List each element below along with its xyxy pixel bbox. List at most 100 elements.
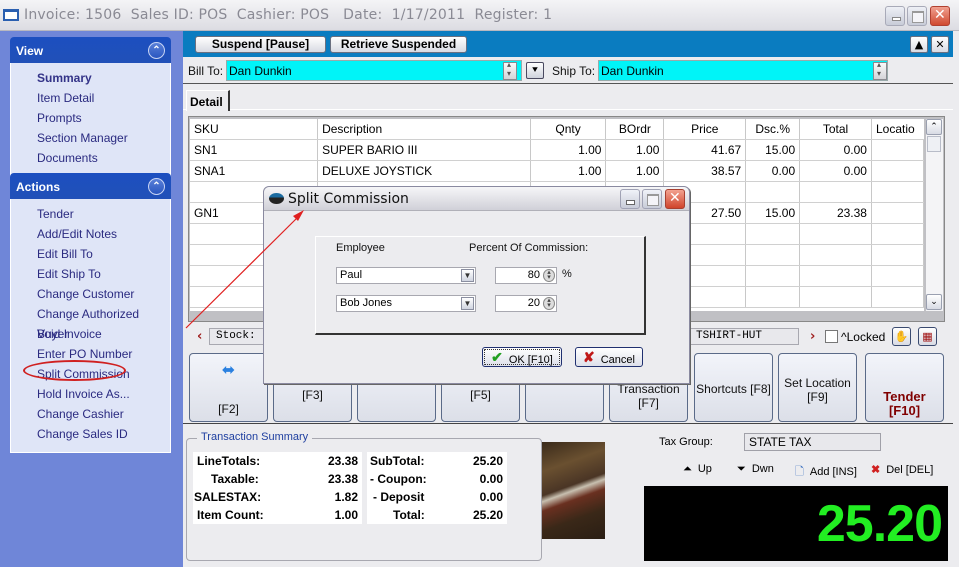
hand-icon[interactable]: ✋ [892, 327, 911, 346]
column-price[interactable]: Price [663, 119, 747, 140]
previous-arrow-icon[interactable]: ‹ [197, 329, 202, 344]
summary-value: 1.00 [334, 508, 358, 522]
dialog-close-button[interactable] [665, 189, 685, 209]
cell-location [871, 202, 925, 224]
tab-detail[interactable]: Detail [186, 90, 230, 111]
sidebar-item-change-authorized-buyer[interactable]: Change Authorized Buyer [37, 304, 170, 341]
sidebar-item-add-edit-notes[interactable]: Add/Edit Notes [37, 224, 170, 244]
delete-item-button[interactable]: ✖ Del [DEL] [871, 463, 933, 476]
sidebar-item-change-sales-id[interactable]: Change Sales ID [37, 424, 170, 444]
sidebar-item-change-cashier[interactable]: Change Cashier [37, 404, 170, 424]
sidebar-item-edit-ship-to[interactable]: Edit Ship To [37, 264, 170, 284]
employee-select-1[interactable]: Paul ▼ [336, 267, 476, 284]
column-description[interactable]: Description [317, 119, 531, 140]
chevron-down-icon[interactable]: ▼ [461, 297, 474, 310]
cancel-button[interactable]: ✘ Cancel [575, 347, 643, 367]
sidebar-item-void-invoice[interactable]: Void Invoice [37, 324, 170, 344]
dialog-maximize-button[interactable] [642, 189, 662, 209]
summary-label: LineTotals: [197, 454, 261, 468]
calendar-grid-icon[interactable]: ▦ [918, 327, 937, 346]
f7-label: Transaction [F7] [617, 382, 680, 410]
sidebar: View ⌃ Summary Item Detail Prompts Secti… [0, 31, 183, 567]
summary-row: - Coupon: 0.00 [367, 472, 507, 490]
bill-to-field[interactable]: Dan Dunkin [226, 60, 522, 81]
spinner-icon[interactable]: ▴ ▾ [543, 269, 555, 282]
close-icon[interactable]: ✕ [931, 36, 949, 53]
retrieve-suspended-button[interactable]: Retrieve Suspended [330, 36, 467, 53]
cell-price: 38.57 [663, 160, 747, 182]
table-row[interactable]: SNA1 DELUXE JOYSTICK 1.00 1.00 38.57 0.0… [190, 160, 925, 182]
f10-tender-button[interactable]: Tender [F10] [865, 353, 944, 422]
summary-row: Total: 25.20 [367, 508, 507, 526]
view-panel-title: View [16, 44, 44, 58]
sidebar-item-section-manager[interactable]: Section Manager [37, 128, 170, 148]
percent-input-1[interactable]: 80 ▴ ▾ [495, 267, 557, 284]
sidebar-item-tender[interactable]: Tender [37, 204, 170, 224]
view-panel-header[interactable]: View ⌃ [10, 37, 171, 63]
f9-set-location-button[interactable]: Set Location [F9] [778, 353, 857, 422]
cell-sku: SNA1 [190, 160, 319, 182]
scroll-thumb[interactable] [927, 136, 941, 152]
window-titlebar: Invoice: 1506 Sales ID: POS Cashier: POS… [0, 0, 959, 31]
maximize-button[interactable] [907, 6, 927, 26]
sidebar-item-change-customer[interactable]: Change Customer [37, 284, 170, 304]
sidebar-item-documents[interactable]: Documents [37, 148, 170, 168]
copy-down-icon[interactable]: ⯆ [526, 62, 544, 79]
collapse-up-icon[interactable]: ▲ [910, 36, 928, 53]
ok-label: OK [F10] [508, 354, 553, 366]
collapse-chevron-icon[interactable]: ⌃ [148, 178, 165, 195]
dialog-minimize-button[interactable] [620, 189, 640, 209]
tax-group-field[interactable]: STATE TAX [744, 433, 881, 451]
percent-input-2[interactable]: 20 ▴ ▾ [495, 295, 557, 312]
close-window-button[interactable] [930, 6, 950, 26]
actions-panel-title: Actions [16, 180, 61, 194]
column-location[interactable]: Locatio [871, 119, 924, 140]
scroll-down-icon[interactable]: ⌄ [926, 294, 942, 310]
move-down-icon: ⏷ [737, 463, 746, 475]
sidebar-item-hold-invoice-as[interactable]: Hold Invoice As... [37, 384, 170, 404]
locked-checkbox[interactable] [825, 330, 838, 343]
summary-row: Item Count: 1.00 [193, 508, 362, 526]
ship-to-spinner[interactable] [873, 60, 887, 80]
move-up-button[interactable]: ⏶ Up [683, 463, 712, 476]
next-arrow-icon[interactable]: › [810, 329, 815, 344]
dialog-title: Split Commission [288, 191, 409, 207]
column-sku[interactable]: SKU [190, 119, 319, 140]
table-row[interactable]: SN1 SUPER BARIO III 1.00 1.00 41.67 15.0… [190, 139, 925, 161]
chevron-down-icon[interactable]: ▼ [461, 269, 474, 282]
dialog-titlebar[interactable]: Split Commission [264, 187, 689, 211]
transaction-summary: Transaction Summary LineTotals: 23.38 Ta… [186, 431, 542, 561]
bill-to-spinner[interactable] [503, 60, 517, 80]
sidebar-item-prompts[interactable]: Prompts [37, 108, 170, 128]
add-item-button[interactable]: 🗋 Add [INS] [795, 463, 857, 482]
column-qnty[interactable]: Qnty [530, 119, 607, 140]
collapse-chevron-icon[interactable]: ⌃ [148, 42, 165, 59]
actions-panel-header[interactable]: Actions ⌃ [10, 173, 171, 199]
summary-value: 0.00 [479, 472, 503, 486]
total-display: 25.20 [644, 486, 948, 561]
cell-discount: 0.00 [745, 160, 801, 182]
employee-select-value: Paul [340, 269, 363, 281]
f2-button[interactable]: ⬌ [F2] [189, 353, 268, 422]
f8-label: Shortcuts [F8] [696, 382, 771, 396]
grid-scrollbar[interactable]: ⌃ ⌄ [926, 119, 943, 311]
suspend-button[interactable]: Suspend [Pause] [195, 36, 326, 53]
table-header-row: SKU Description Qnty BOrdr Price Dsc.% T… [190, 119, 924, 140]
ship-to-field[interactable]: Dan Dunkin [598, 60, 888, 81]
sidebar-item-item-detail[interactable]: Item Detail [37, 88, 170, 108]
sidebar-item-summary[interactable]: Summary [37, 68, 170, 88]
column-total[interactable]: Total [799, 119, 872, 140]
spinner-icon[interactable]: ▴ ▾ [543, 297, 555, 310]
checkmark-icon: ✔ [491, 349, 503, 365]
scroll-up-icon[interactable]: ⌃ [926, 119, 942, 135]
cell-total: 0.00 [799, 160, 872, 182]
f8-shortcuts-button[interactable]: Shortcuts [F8] [694, 353, 773, 422]
move-down-button[interactable]: ⏷ Dwn [737, 463, 774, 476]
minimize-button[interactable] [885, 6, 905, 26]
ok-button[interactable]: ✔ OK [F10] [482, 347, 562, 367]
summary-value: 23.38 [327, 454, 358, 468]
column-discount[interactable]: Dsc.% [745, 119, 801, 140]
employee-select-2[interactable]: Bob Jones ▼ [336, 295, 476, 312]
sidebar-item-edit-bill-to[interactable]: Edit Bill To [37, 244, 170, 264]
column-bordr[interactable]: BOrdr [605, 119, 665, 140]
